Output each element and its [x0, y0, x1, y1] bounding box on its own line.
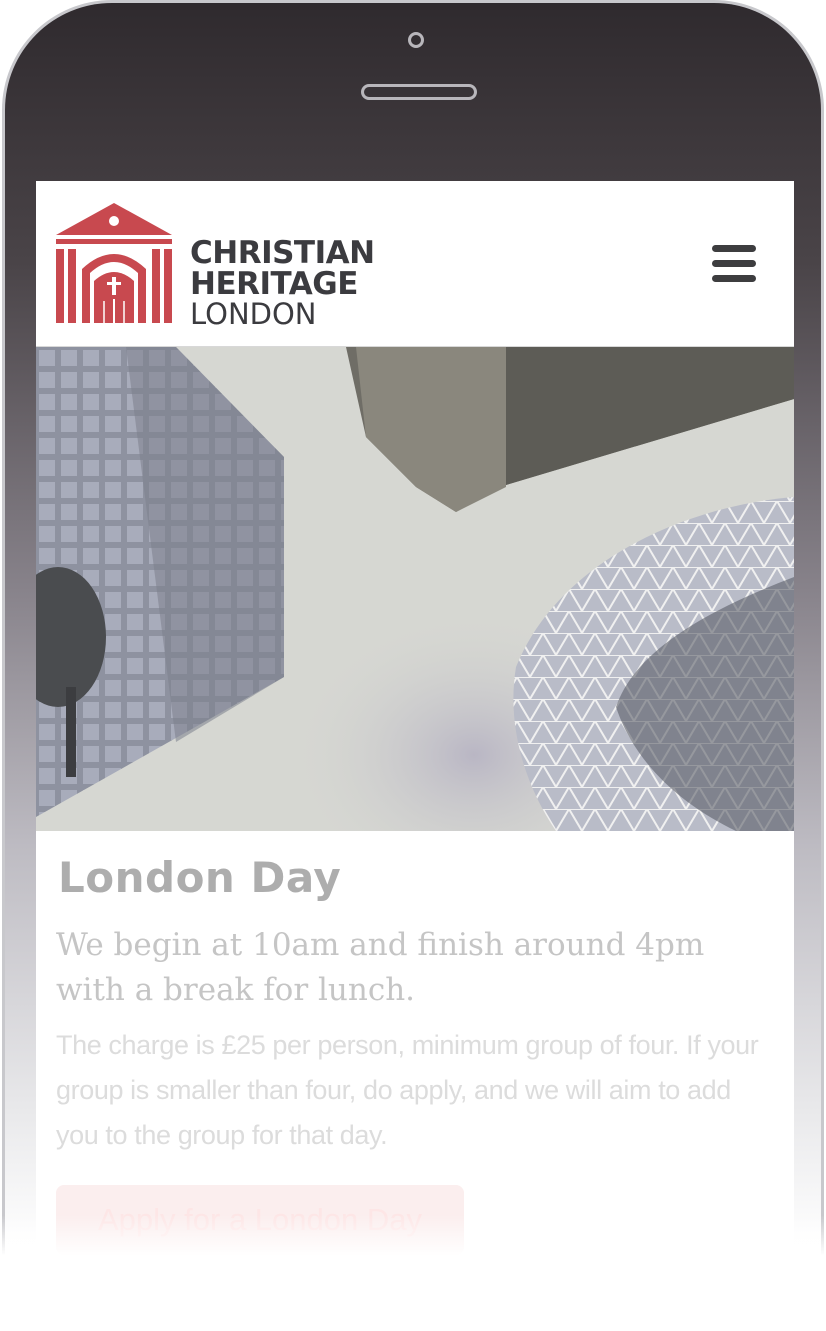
speaker-grille	[361, 84, 477, 100]
menu-bar	[712, 260, 756, 267]
phone-screen: CHRISTIAN HERITAGE LONDON London Day We …	[36, 181, 794, 1261]
city-skyscrapers-photo	[36, 347, 794, 831]
page-title: London Day	[58, 853, 342, 902]
logo-text-london: LONDON	[190, 297, 317, 331]
content-section: London Day We begin at 10am and finish a…	[36, 831, 794, 1261]
hamburger-menu-icon[interactable]	[708, 241, 758, 285]
camera-icon	[408, 32, 424, 48]
menu-bar	[712, 245, 756, 252]
bottom-fade-overlay	[0, 1215, 826, 1331]
menu-bar	[712, 275, 756, 282]
lead-paragraph: We begin at 10am and finish around 4pm w…	[56, 927, 705, 1008]
body-paragraph: The charge is £25 per person, minimum gr…	[56, 1030, 759, 1150]
site-header: CHRISTIAN HERITAGE LONDON	[36, 181, 794, 347]
hero-image	[36, 347, 794, 831]
